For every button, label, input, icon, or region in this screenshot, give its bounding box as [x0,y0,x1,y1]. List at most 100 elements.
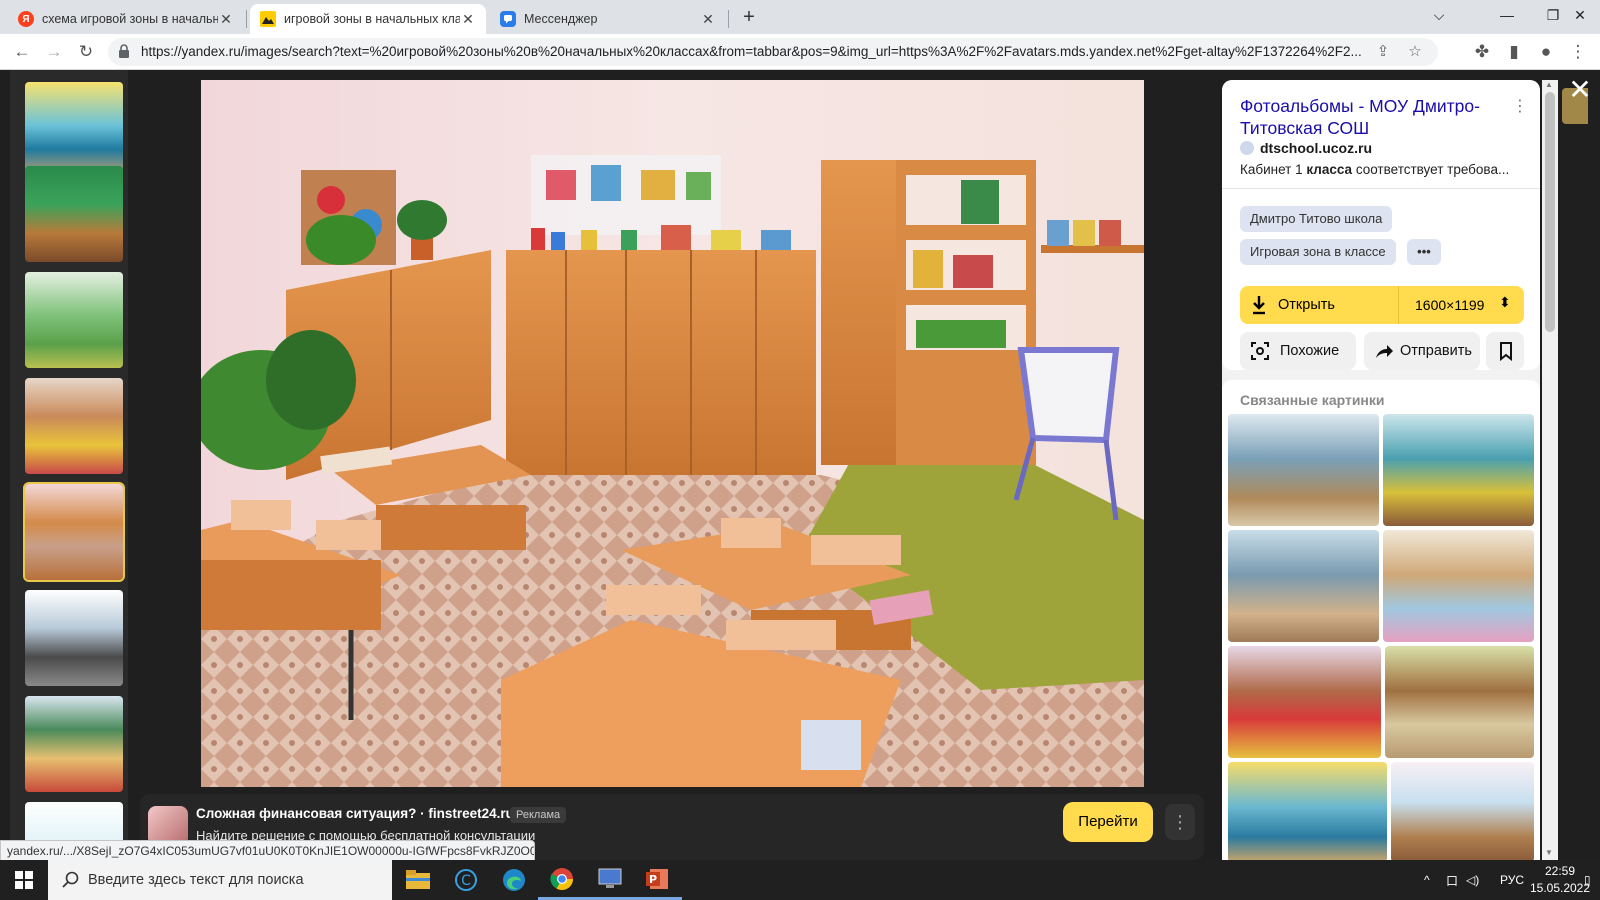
tab-0[interactable]: Я схема игровой зоны в начальных ✕ [8,4,244,34]
notifications-icon[interactable]: ▯ [1584,860,1591,900]
extensions-icon[interactable]: ✤ [1470,40,1494,64]
profile-avatar-icon[interactable]: ● [1534,40,1558,64]
tab-search-chevron-icon[interactable]: ⌵ [1416,0,1462,30]
url-text[interactable]: https://yandex.ru/images/search?text=%20… [141,44,1361,59]
open-image-button[interactable]: Открыть 1600×1199 ⬍ [1240,286,1524,324]
info-panel: Фотоальбомы - МОУ Дмитро-Титовская СОШ ⋮… [1222,80,1540,860]
windows-taskbar: Введите здесь текст для поиска C P ^ 口 ◁… [0,860,1600,900]
file-explorer-icon[interactable] [394,860,442,900]
volume-icon[interactable]: ◁) [1466,860,1479,900]
source-domain-text: dtschool.ucoz.ru [1260,140,1372,156]
ad-more-icon[interactable]: ⋮ [1165,804,1195,840]
side-panel-icon[interactable]: ▮ [1502,40,1526,64]
remote-desktop-icon[interactable] [586,860,634,900]
messenger-icon [500,11,516,27]
edge-browser-icon[interactable] [490,860,538,900]
ad-go-button[interactable]: Перейти [1063,802,1153,842]
close-window-button[interactable]: ✕ [1560,0,1600,30]
reload-button[interactable]: ↻ [74,40,98,64]
lock-icon [119,44,129,58]
bookmark-star-icon[interactable]: ☆ [1406,43,1424,61]
tab-1[interactable]: игровой зоны в начальных клас ✕ [250,4,486,34]
menu-icon[interactable]: ⋮ [1566,40,1590,64]
scrollbar-thumb[interactable] [1545,92,1555,332]
tab-2[interactable]: Мессенджер ✕ [490,4,726,34]
source-description: Кабинет 1 класса соответствует требова..… [1240,162,1530,177]
image-viewer: Сложная финансовая ситуация? · finstreet… [0,70,1600,860]
minimize-button[interactable]: — [1484,0,1530,30]
related-image[interactable] [1228,646,1381,758]
related-image[interactable] [1383,530,1534,642]
windows-start-button[interactable] [0,860,48,900]
size-sort-icon[interactable]: ⬍ [1499,294,1511,311]
ad-domain: finstreet24.ru [428,806,514,821]
source-card: Фотоальбомы - МОУ Дмитро-Титовская СОШ ⋮… [1222,80,1540,370]
thumbnail[interactable] [25,272,123,368]
scroll-up-icon[interactable]: ▲ [1545,80,1553,89]
ad-badge: Реклама [510,807,567,823]
tab-strip: Я схема игровой зоны в начальных ✕ игров… [0,0,1600,34]
close-icon[interactable]: ✕ [218,11,234,27]
main-image[interactable] [201,80,1144,787]
browser-toolbar: ← → ↻ https://yandex.ru/images/search?te… [0,34,1600,70]
ad-title[interactable]: Сложная финансовая ситуация? · finstreet… [196,806,514,821]
tag-chip[interactable]: Дмитро Титово школа [1240,206,1393,232]
tag-chip[interactable]: Игровая зона в классе [1240,239,1396,265]
scroll-down-icon[interactable]: ▼ [1545,848,1553,857]
yandex-images-icon [260,11,276,27]
svg-text:C: C [461,873,471,889]
thumbnail[interactable] [25,166,123,262]
taskbar-search-placeholder: Введите здесь текст для поиска [88,872,304,888]
tab-title: схема игровой зоны в начальных [42,12,218,26]
close-viewer-icon[interactable]: ✕ [1566,76,1594,104]
source-domain[interactable]: dtschool.ucoz.ru [1240,140,1372,156]
clock-date: 15.05.2022 [1529,881,1591,895]
thumbnail[interactable] [25,378,123,474]
network-icon[interactable]: 口 [1446,860,1458,900]
tab-title: Мессенджер [524,12,598,26]
close-icon[interactable]: ✕ [460,11,476,27]
new-tab-button[interactable]: + [737,6,761,30]
chrome-browser-icon[interactable] [538,860,586,900]
related-image[interactable] [1383,414,1534,526]
share-arrow-icon [1376,345,1393,358]
share-icon[interactable]: ⇪ [1374,43,1392,61]
related-image[interactable] [1391,762,1534,860]
thumbnail[interactable] [25,82,123,178]
related-title: Связанные картинки [1240,392,1385,408]
similar-button[interactable]: Похожие [1240,332,1356,370]
input-language[interactable]: РУС [1500,860,1524,900]
close-icon[interactable]: ✕ [700,11,716,27]
forward-button[interactable]: → [42,40,66,64]
desc-pre: Кабинет 1 [1240,162,1307,177]
back-button[interactable]: ← [10,40,34,64]
download-icon [1253,296,1265,315]
show-hidden-icons-chevron[interactable]: ^ [1424,860,1430,900]
source-title-link[interactable]: Фотоальбомы - МОУ Дмитро-Титовская СОШ [1240,95,1510,139]
related-image[interactable] [1385,646,1534,758]
powerpoint-icon[interactable]: P [634,860,682,900]
system-clock[interactable]: 22:59 15.05.2022 [1528,863,1592,897]
bookmark-icon [1500,342,1512,361]
related-image[interactable] [1228,762,1387,860]
tab-separator [246,10,247,28]
related-image[interactable] [1228,414,1379,526]
tab-title: игровой зоны в начальных клас [284,12,460,26]
share-button[interactable]: Отправить [1364,332,1480,370]
related-image[interactable] [1228,530,1379,642]
panel-scrollbar[interactable]: ▲ ▼ [1542,80,1558,860]
more-options-icon[interactable]: ⋮ [1512,96,1528,116]
thumbnail[interactable] [25,696,123,792]
more-tags-button[interactable]: ••• [1407,239,1441,265]
bookmark-button[interactable] [1486,332,1524,370]
size-selector[interactable]: 1600×1199 [1415,297,1484,313]
thumbnail-selected[interactable] [23,482,125,582]
cortana-c-icon[interactable]: C [442,860,490,900]
taskbar-search-box[interactable]: Введите здесь текст для поиска [48,860,392,900]
thumbnail[interactable] [25,590,123,686]
clock-time: 22:59 [1544,864,1576,878]
svg-text:P: P [649,873,657,886]
address-bar[interactable]: https://yandex.ru/images/search?text=%20… [108,38,1438,66]
divider [1222,188,1540,189]
thumbnail-strip[interactable] [10,70,128,860]
